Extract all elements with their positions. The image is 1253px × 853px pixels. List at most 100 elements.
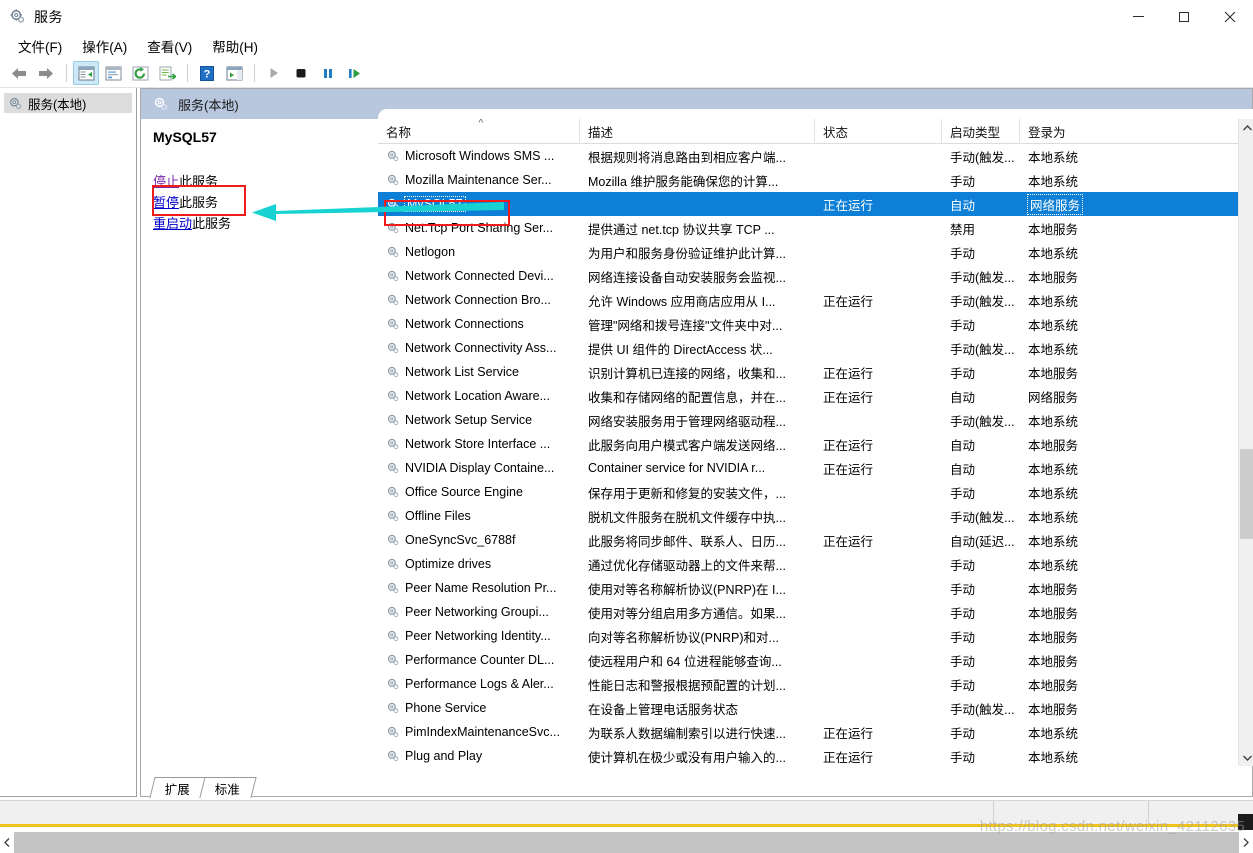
menu-action[interactable]: 操作(A) [72, 34, 137, 58]
cell-name-text: Office Source Engine [405, 485, 523, 499]
menu-help[interactable]: 帮助(H) [202, 34, 268, 58]
cell-name: Performance Counter DL... [378, 648, 580, 672]
pause-service-link-action[interactable]: 暂停 [153, 195, 179, 210]
horizontal-scrollbar[interactable] [0, 814, 1253, 853]
export-list-icon[interactable] [154, 61, 180, 85]
cell-name-text: Plug and Play [405, 749, 483, 763]
cell-description: 使远程用户和 64 位进程能够查询... [588, 654, 782, 669]
tab-standard[interactable]: 标准 [199, 777, 257, 798]
restart-service-link-action[interactable]: 重启动 [153, 216, 192, 231]
cell-log-on-as: 本地服务 [1020, 264, 1098, 288]
cell-startup-type: 手动 [950, 654, 976, 669]
start-service-icon[interactable] [261, 61, 287, 85]
cell-name-text: Network Connected Devi... [405, 269, 554, 283]
services-gear-icon [9, 8, 26, 25]
cell-startup-type: 手动(触发... [950, 270, 1015, 285]
sort-ascending-icon: ^ [478, 119, 484, 129]
stop-service-link-action[interactable]: 停止 [153, 174, 179, 189]
column-header-log-on-as[interactable]: 登录为 [1020, 119, 1098, 144]
table-row[interactable]: Peer Networking Groupi... 使用对等分组启用多方通信。如果… [378, 600, 1253, 624]
table-row[interactable]: MySQL57 正在运行 自动 网络服务 [378, 192, 1253, 216]
column-header-description[interactable]: 描述 [580, 119, 815, 144]
cell-name-text: Peer Networking Identity... [405, 629, 551, 643]
stop-service-link[interactable]: 停止此服务 [153, 171, 366, 192]
cell-log-on-as: 本地服务 [1020, 360, 1098, 384]
cell-status [815, 168, 942, 192]
table-row[interactable]: Network Location Aware... 收集和存储网络的配置信息，并在… [378, 384, 1253, 408]
column-header-startup-type[interactable]: 启动类型 [942, 119, 1020, 144]
table-row[interactable]: Peer Networking Identity... 向对等名称解析协议(PNR… [378, 624, 1253, 648]
scroll-right-icon[interactable] [1239, 832, 1253, 853]
cell-log-on-as-text: 网络服务 [1026, 193, 1084, 215]
services-listview[interactable]: ^ 名称 描述 状态 启动类型 登录为 Microsoft Windows SM… [378, 119, 1253, 766]
cell-name: Plug and Play [378, 744, 580, 766]
table-row[interactable]: Mozilla Maintenance Ser... Mozilla 维护服务能确… [378, 168, 1253, 192]
maximize-icon[interactable] [1161, 0, 1207, 33]
service-gear-icon [386, 413, 401, 428]
table-row[interactable]: Network Connected Devi... 网络连接设备自动安装服务会监视… [378, 264, 1253, 288]
toolbar-separator [66, 64, 67, 82]
forward-icon[interactable] [33, 61, 59, 85]
table-row[interactable]: Optimize drives 通过优化存储驱动器上的文件来帮... 手动 本地系统 [378, 552, 1253, 576]
table-row[interactable]: NVIDIA Display Containe... Container serv… [378, 456, 1253, 480]
sidebar-item-services-local[interactable]: 服务(本地) [4, 93, 132, 113]
table-row[interactable]: Performance Logs & Aler... 性能日志和警报根据预配置的计… [378, 672, 1253, 696]
table-row[interactable]: Netlogon 为用户和服务身份验证维护此计算... 手动 本地系统 [378, 240, 1253, 264]
cell-log-on-as-text: 本地服务 [1028, 630, 1079, 645]
back-icon[interactable] [6, 61, 32, 85]
cell-log-on-as: 本地系统 [1020, 336, 1098, 360]
column-header-name[interactable]: ^ 名称 [378, 119, 580, 144]
service-gear-icon [386, 269, 401, 284]
show-tree-icon[interactable] [73, 61, 99, 85]
cell-description: 提供 UI 组件的 DirectAccess 状... [588, 342, 773, 357]
cell-name: OneSyncSvc_6788f [378, 528, 580, 552]
table-row[interactable]: Network Connections 管理"网络和拨号连接"文件夹中对... 手动… [378, 312, 1253, 336]
restart-service-link[interactable]: 重启动此服务 [153, 213, 366, 234]
cell-startup-type: 手动 [950, 726, 976, 741]
table-row[interactable]: Peer Name Resolution Pr... 使用对等名称解析协议(PNR… [378, 576, 1253, 600]
toolbar-separator-3 [254, 64, 255, 82]
column-header-status[interactable]: 状态 [815, 119, 942, 144]
help-icon[interactable]: ? [194, 61, 220, 85]
pause-service-link[interactable]: 暂停此服务 [153, 192, 366, 213]
table-row[interactable]: Offline Files 脱机文件服务在脱机文件缓存中执... 手动(触发... 本… [378, 504, 1253, 528]
minimize-icon[interactable] [1115, 0, 1161, 33]
table-row[interactable]: PimIndexMaintenanceSvc... 为联系人数据编制索引以进行快速… [378, 720, 1253, 744]
table-row[interactable]: Office Source Engine 保存用于更新和修复的安装文件，... 手动… [378, 480, 1253, 504]
table-row[interactable]: Phone Service 在设备上管理电话服务状态 手动(触发... 本地服务 [378, 696, 1253, 720]
cell-log-on-as: 本地服务 [1020, 600, 1098, 624]
scroll-left-icon[interactable] [0, 832, 14, 853]
cell-name-text: Performance Counter DL... [405, 653, 555, 667]
properties-icon[interactable] [100, 61, 126, 85]
menu-view[interactable]: 查看(V) [137, 34, 202, 58]
close-icon[interactable] [1207, 0, 1253, 33]
table-row[interactable]: Network Setup Service 网络安装服务用于管理网络驱动程... 手… [378, 408, 1253, 432]
table-row[interactable]: Plug and Play 使计算机在极少或没有用户输入的... 正在运行 手动 本地系… [378, 744, 1253, 766]
refresh-icon[interactable] [127, 61, 153, 85]
tab-extended[interactable]: 扩展 [149, 777, 207, 798]
cell-status: 正在运行 [823, 198, 874, 213]
table-row[interactable]: Network List Service 识别计算机已连接的网络，收集和... 正在… [378, 360, 1253, 384]
vertical-scrollbar[interactable] [1238, 119, 1253, 766]
cell-name: Phone Service [378, 696, 580, 720]
pause-service-icon[interactable] [315, 61, 341, 85]
table-row[interactable]: Net.Tcp Port Sharing Ser... 提供通过 net.tcp … [378, 216, 1253, 240]
table-row[interactable]: Performance Counter DL... 使远程用户和 64 位进程能够… [378, 648, 1253, 672]
table-row[interactable]: Network Connection Bro... 允许 Windows 应用商店… [378, 288, 1253, 312]
table-row[interactable]: Network Store Interface ... 此服务向用户模式客户端发送… [378, 432, 1253, 456]
cell-description: Container service for NVIDIA r... [588, 461, 766, 475]
cell-description: 脱机文件服务在脱机文件缓存中执... [588, 510, 786, 525]
restart-service-icon[interactable] [342, 61, 368, 85]
horizontal-scrollbar-thumb[interactable] [14, 832, 1239, 853]
scroll-down-icon[interactable] [1239, 749, 1253, 766]
stop-service-icon[interactable] [288, 61, 314, 85]
scroll-up-icon[interactable] [1239, 119, 1253, 136]
vertical-scrollbar-thumb[interactable] [1240, 449, 1253, 539]
show-action-pane-icon[interactable] [221, 61, 247, 85]
table-row[interactable]: Network Connectivity Ass... 提供 UI 组件的 Dir… [378, 336, 1253, 360]
table-row[interactable]: OneSyncSvc_6788f 此服务将同步邮件、联系人、日历... 正在运行 自动… [378, 528, 1253, 552]
table-row[interactable]: Microsoft Windows SMS ... 根据规则将消息路由到相应客户端… [378, 144, 1253, 168]
cell-name-text: Network Location Aware... [405, 389, 550, 403]
menu-file[interactable]: 文件(F) [8, 34, 72, 58]
cell-log-on-as-text: 本地系统 [1028, 726, 1079, 741]
